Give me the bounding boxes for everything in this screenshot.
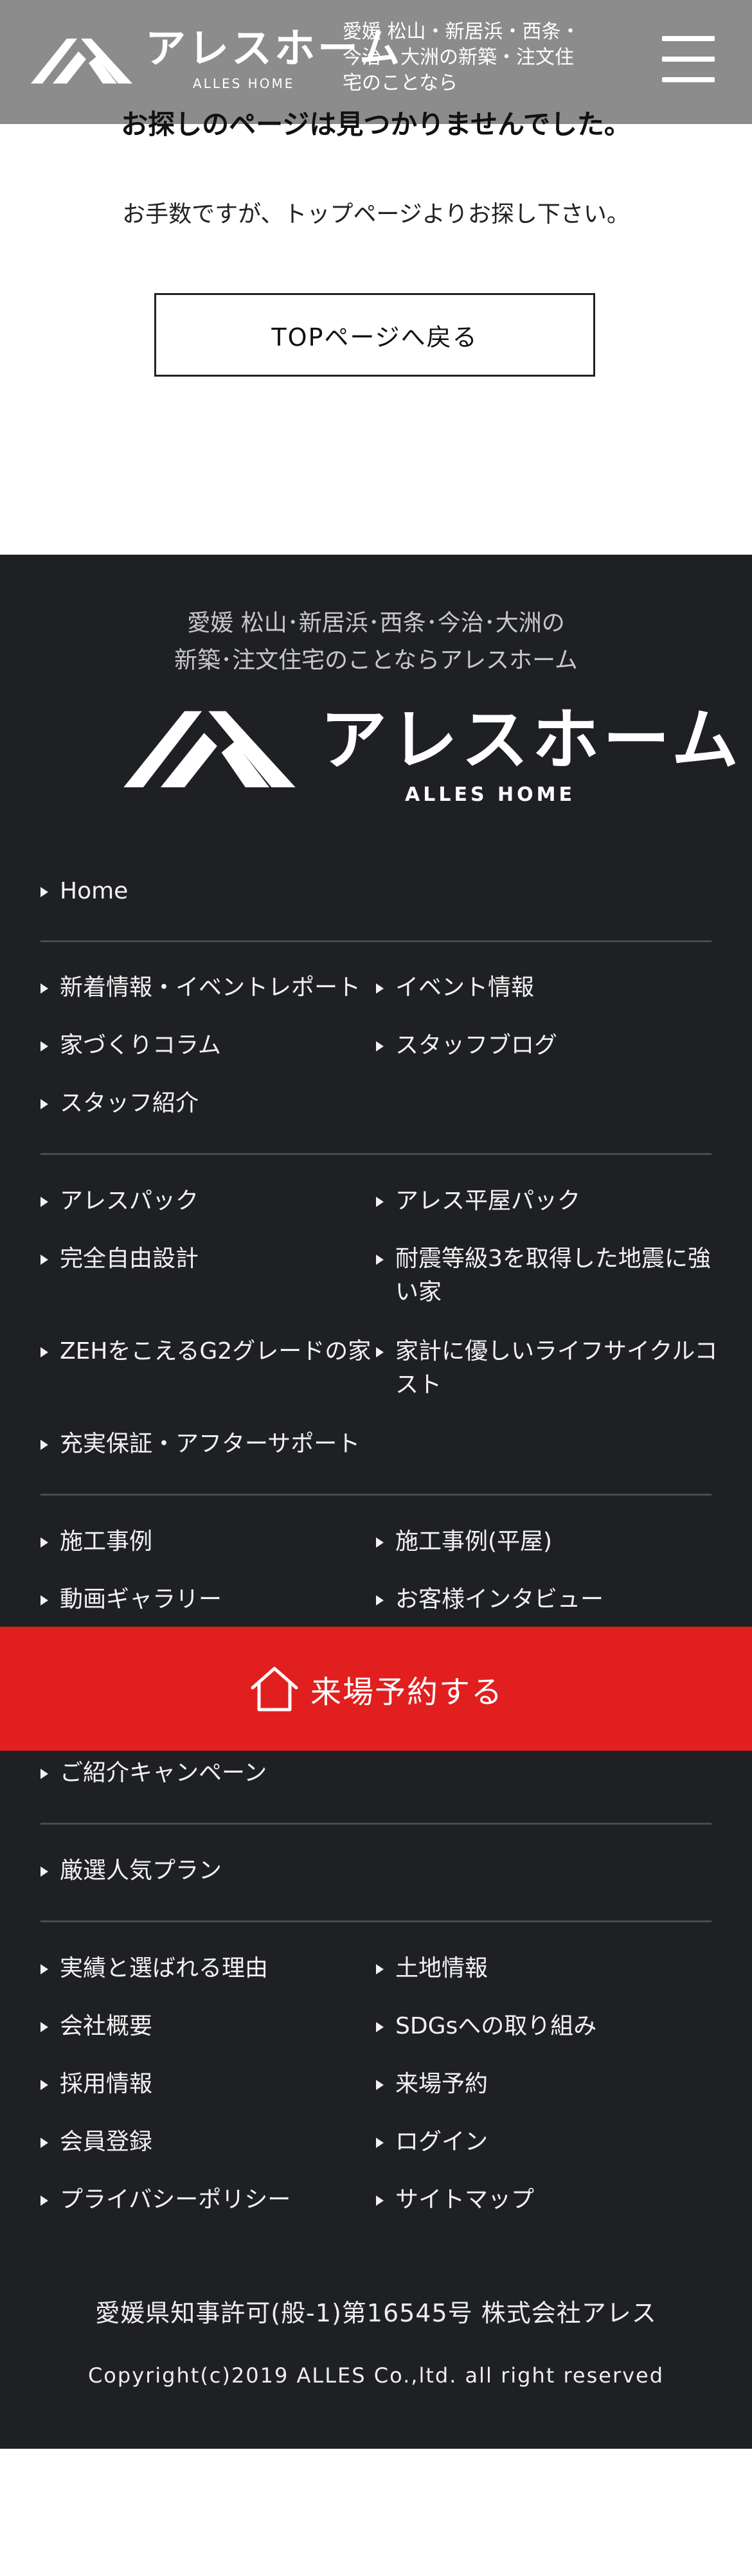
footer-nav-earthquake[interactable]: 耐震等級3を取得した地震に強 い家 xyxy=(376,1242,711,1309)
caret-right-icon xyxy=(376,1347,384,1357)
caret-right-icon xyxy=(40,1197,48,1207)
footer-nav-lifecycle[interactable]: 家計に優しいライフサイクルコ スト xyxy=(376,1335,717,1402)
back-to-top-button[interactable]: TOPページへ戻る xyxy=(154,293,595,377)
caret-right-icon xyxy=(376,1537,384,1548)
caret-right-icon xyxy=(376,2196,384,2206)
footer-brand-en: ALLES HOME xyxy=(405,783,575,806)
footer-nav-privacy[interactable]: プライバシーポリシー xyxy=(40,2183,291,2217)
footer-nav-company[interactable]: 会社概要 xyxy=(40,2010,152,2043)
brand-en: ALLES HOME xyxy=(193,76,295,91)
caret-right-icon xyxy=(40,1440,48,1450)
caret-right-icon xyxy=(40,1964,48,1974)
caret-right-icon xyxy=(376,2138,384,2148)
footer-nav-login[interactable]: ログイン xyxy=(376,2125,488,2159)
footer-nav-visit[interactable]: 来場予約 xyxy=(376,2068,488,2101)
caret-right-icon xyxy=(40,1347,48,1357)
footer-nav-warranty[interactable]: 充実保証・アフターサポート xyxy=(40,1427,360,1461)
footer-nav-news[interactable]: 新着情報・イベントレポート xyxy=(40,971,361,1005)
caret-right-icon xyxy=(376,1041,384,1051)
caret-right-icon xyxy=(376,1964,384,1974)
caret-right-icon xyxy=(40,2196,48,2206)
footer-divider xyxy=(40,1153,712,1155)
caret-right-icon xyxy=(40,983,48,994)
footer-nav-interview[interactable]: お客様インタビュー xyxy=(376,1583,604,1616)
caret-right-icon xyxy=(376,1197,384,1207)
footer-divider xyxy=(40,1823,712,1825)
caret-right-icon xyxy=(40,2138,48,2148)
footer-divider xyxy=(40,1494,712,1496)
footer-nav-staff-blog[interactable]: スタッフブログ xyxy=(376,1029,557,1062)
caret-right-icon xyxy=(40,2080,48,2090)
footer-nav-sitemap[interactable]: サイトマップ xyxy=(376,2183,534,2217)
footer-brand-name[interactable]: アレスホーム xyxy=(320,706,742,773)
footer-nav-column[interactable]: 家づくりコラム xyxy=(40,1029,221,1062)
visit-reservation-button[interactable]: 来場予約する xyxy=(0,1627,752,1751)
footer-nav-sdgs[interactable]: SDGsへの取り組み xyxy=(376,2010,596,2043)
footer-nav-popular-plan[interactable]: 厳選人気プラン xyxy=(40,1854,222,1888)
caret-right-icon xyxy=(40,1041,48,1051)
footer-nav-events[interactable]: イベント情報 xyxy=(376,971,534,1005)
footer-nav-staff[interactable]: スタッフ紹介 xyxy=(40,1087,199,1120)
site-footer: 愛媛 松山･新居浜･西条･今治･大洲の 新築･注文住宅のことならアレスホーム ア… xyxy=(0,555,752,2449)
not-found-title: お探しのページは見つかりませんでした。 xyxy=(121,109,631,140)
caret-right-icon xyxy=(40,1769,48,1779)
caret-right-icon xyxy=(40,2022,48,2032)
alles-logo-icon[interactable] xyxy=(31,33,132,84)
footer-nav-reasons[interactable]: 実績と選ばれる理由 xyxy=(40,1952,268,1985)
caret-right-icon xyxy=(40,1866,48,1877)
footer-logo-icon[interactable] xyxy=(123,702,296,787)
footer-tagline-line1: 愛媛 松山･新居浜･西条･今治･大洲の xyxy=(187,610,565,636)
footer-nav-video[interactable]: 動画ギャラリー xyxy=(40,1583,222,1616)
caret-right-icon xyxy=(376,2022,384,2032)
footer-divider xyxy=(40,1920,712,1922)
caret-right-icon xyxy=(40,1537,48,1548)
footer-nav-home[interactable]: Home xyxy=(40,875,128,908)
caret-right-icon xyxy=(376,1595,384,1606)
caret-right-icon xyxy=(40,1595,48,1606)
caret-right-icon xyxy=(40,1099,48,1109)
footer-nav-referral[interactable]: ご紹介キャンペーン xyxy=(40,1757,267,1790)
license-text: 愛媛県知事許可(般-1)第16545号 株式会社アレス xyxy=(95,2299,657,2327)
footer-nav-land[interactable]: 土地情報 xyxy=(376,1952,488,1985)
not-found-description: お手数ですが、トップページよりお探し下さい。 xyxy=(122,201,630,228)
footer-nav-register[interactable]: 会員登録 xyxy=(40,2125,152,2159)
footer-nav-alles-pack[interactable]: アレスパック xyxy=(40,1185,199,1218)
footer-tagline: 愛媛 松山･新居浜･西条･今治･大洲の 新築･注文住宅のことならアレスホーム xyxy=(0,605,752,679)
copyright: Copyright(c)2019 ALLES Co.,ltd. all righ… xyxy=(87,2363,665,2388)
caret-right-icon xyxy=(376,2080,384,2090)
visit-reservation-label: 来場予約する xyxy=(310,1674,503,1710)
footer-tagline-line2: 新築･注文住宅のことならアレスホーム xyxy=(174,647,578,674)
footer-nav-cases-hiraya[interactable]: 施工事例(平屋) xyxy=(376,1525,552,1559)
footer-nav-zeh[interactable]: ZEHをこえるG2グレードの家 xyxy=(40,1335,371,1368)
footer-nav-hiraya-pack[interactable]: アレス平屋パック xyxy=(376,1185,580,1218)
caret-right-icon xyxy=(40,1255,48,1265)
footer-nav-free-design[interactable]: 完全自由設計 xyxy=(40,1242,199,1276)
footer-nav-recruit[interactable]: 採用情報 xyxy=(40,2068,152,2101)
header-tagline: 愛媛 松山・新居浜・西条・今治・大洲の新築・注文住宅のことなら xyxy=(343,21,580,94)
caret-right-icon xyxy=(40,887,48,897)
caret-right-icon xyxy=(376,1255,384,1265)
house-icon xyxy=(251,1667,298,1711)
hamburger-menu-icon[interactable] xyxy=(662,36,715,82)
footer-nav-cases[interactable]: 施工事例 xyxy=(40,1525,152,1559)
caret-right-icon xyxy=(376,983,384,994)
footer-divider xyxy=(40,940,712,942)
